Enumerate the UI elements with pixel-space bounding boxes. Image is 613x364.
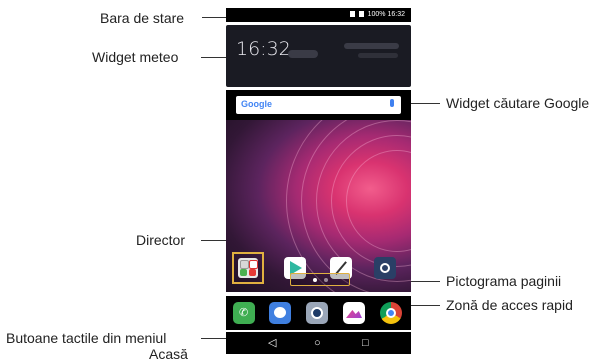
page-dot-active [313,278,317,282]
home-button[interactable]: ○ [314,337,321,349]
google-search-widget: Google [226,90,411,120]
weather-hint-text [344,43,399,49]
google-logo-text: Google [241,99,272,109]
weather-time: 16:32 [236,38,291,60]
folder-icon[interactable] [232,252,264,284]
wallpaper [226,120,411,292]
folder-mini-icon [240,260,249,269]
phone-home-screen: 100% 16:32 16:32 Google ✆ ◁ ○ □ [226,8,411,354]
status-bar-label: Bara de stare [100,10,185,26]
camera-icon[interactable] [306,302,328,324]
weather-placeholder-text [288,50,318,58]
recent-apps-button[interactable]: □ [362,337,369,349]
weather-widget[interactable]: 16:32 [226,25,411,87]
home-touch-buttons-label: Butoane tactile din meniul [6,330,167,346]
home-touch-buttons-pointer [201,338,226,339]
page-indicator[interactable] [290,273,350,286]
page-indicator-label: Pictograma paginii [446,273,562,289]
home-touch-buttons: ◁ ○ □ [226,332,411,354]
mic-icon[interactable] [390,99,394,107]
home-touch-buttons-label-2: Acasă [149,346,188,362]
signal-icon [349,11,355,18]
google-search-bar[interactable]: Google [236,96,401,114]
gallery-icon[interactable] [343,302,365,324]
gallery-mountain [346,310,362,318]
phone-icon[interactable]: ✆ [233,302,255,324]
status-text-wrap: 100% 16:32 [349,8,405,22]
chrome-center [386,308,396,318]
weather-widget-pointer [201,57,226,58]
weather-widget-label: Widget meteo [92,49,179,65]
weather-hint-text-2 [358,53,398,58]
status-bar: 100% 16:32 [226,8,411,22]
chrome-icon[interactable] [380,302,402,324]
google-search-pointer [411,103,440,104]
folder-inner [238,258,258,278]
folder-mini-icon [249,260,258,269]
status-text: 100% 16:32 [367,11,405,18]
settings-icon[interactable] [374,257,396,279]
messages-icon[interactable] [269,302,291,324]
folder-label: Director [136,232,186,248]
phone-glyph: ✆ [239,307,249,319]
camera-lens [311,307,323,319]
gear-shape [380,263,390,273]
quick-access-pointer [411,305,440,306]
status-bar-pointer [202,17,226,18]
page-dot [324,278,328,282]
folder-mini-icon [249,269,256,276]
battery-icon [358,11,364,18]
google-logo: Google [241,99,272,109]
google-search-label: Widget căutare Google [446,95,590,111]
quick-access-bar: ✆ [226,296,411,330]
back-button[interactable]: ◁ [268,337,276,349]
folder-mini-icon [240,269,247,276]
message-bubble [274,307,286,318]
quick-access-label: Zonă de acces rapid [446,297,573,313]
